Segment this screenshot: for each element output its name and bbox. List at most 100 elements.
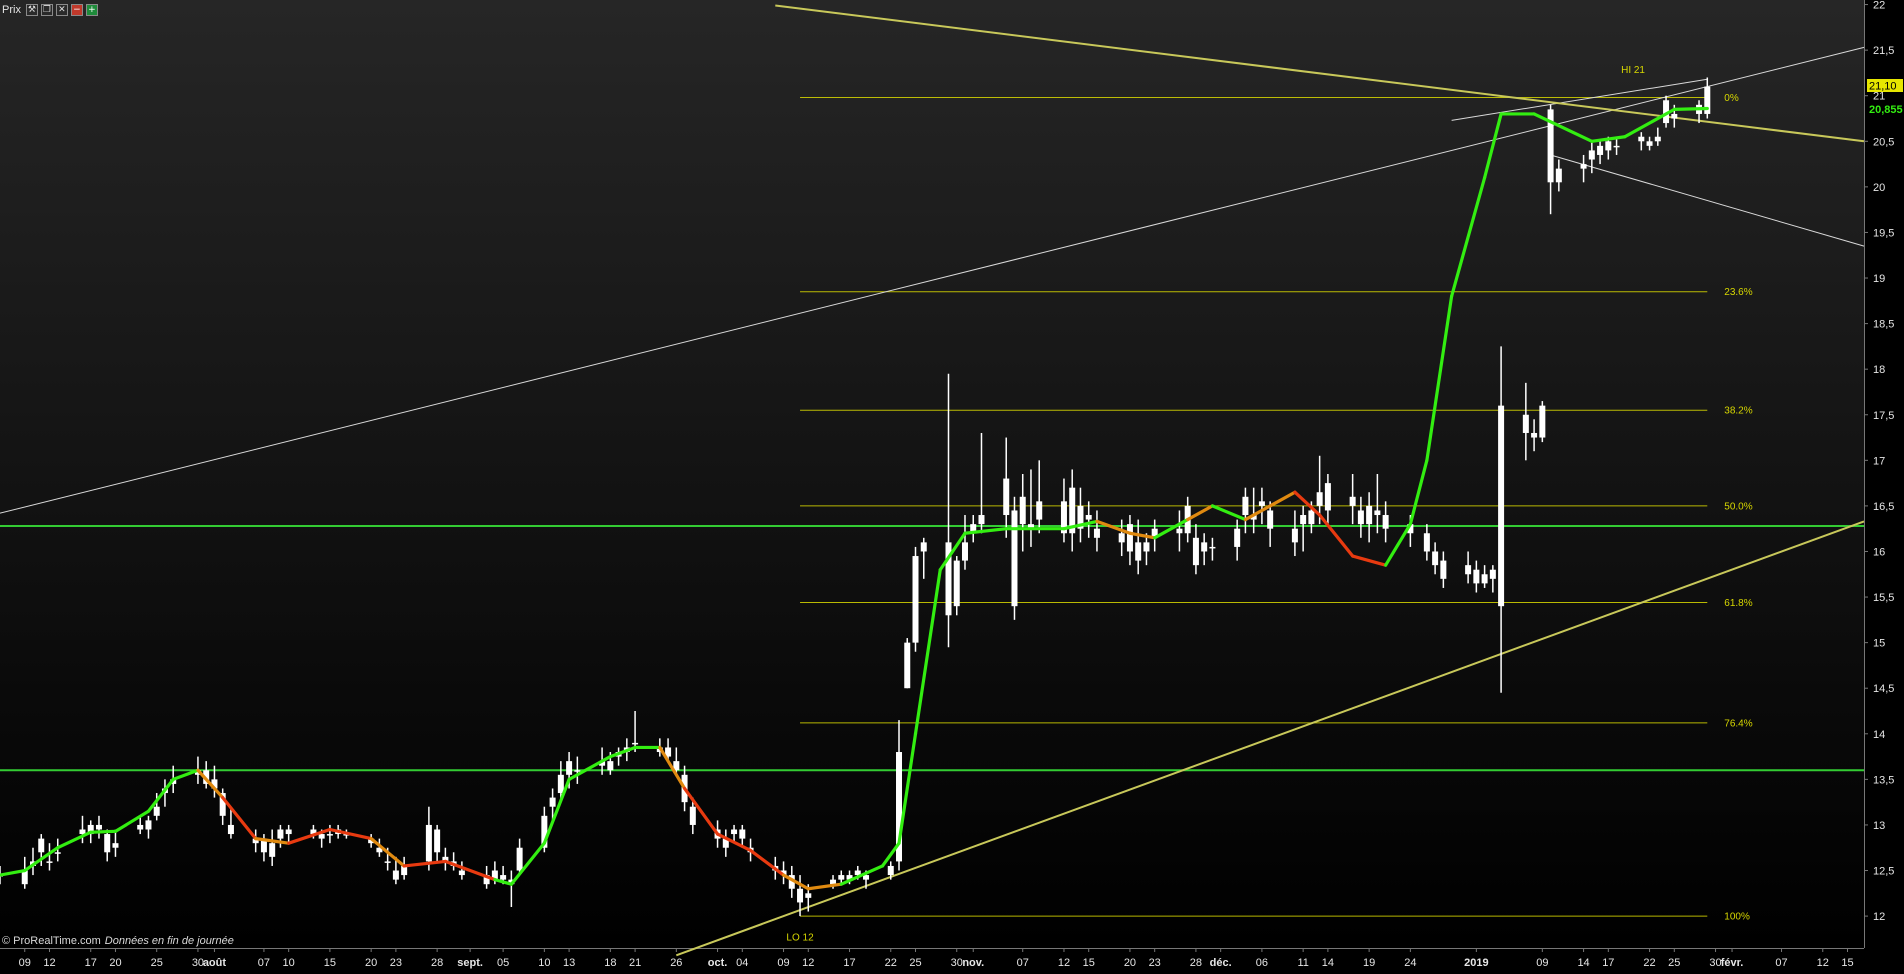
y-tick-label: 12,5 [1873,866,1894,878]
candle-body [1366,505,1373,525]
x-tick-label: févr. [1721,957,1744,969]
candle-body [54,852,61,854]
windows-icon[interactable]: ❐ [40,4,53,16]
x-tick-label: 17 [843,957,855,969]
candle-body [1432,551,1439,566]
x-tick-label: 10 [283,957,295,969]
x-tick-label: 12 [1817,957,1829,969]
candle-body [1258,501,1265,506]
candle-body [1382,515,1389,529]
candle-body [632,742,639,745]
price-chart[interactable]: 0% 23.6% 38.2% 50.0% 61.8% 76.4% 100% HI 21 LO … [0,0,1904,974]
candle-body [1357,510,1364,525]
candle-body [1316,492,1323,506]
x-tick-label: 10 [538,957,550,969]
y-tick-label: 14 [1873,729,1885,741]
x-tick-label: 23 [1149,957,1161,969]
candle-body [961,542,968,561]
candle-body [607,761,614,771]
candle-body [145,820,152,830]
x-tick-label: 12 [1058,957,1070,969]
x-tick-label: 20 [1124,957,1136,969]
candle-body [920,542,927,552]
remove-indicator-icon[interactable]: − [70,4,83,16]
candle-body [137,824,144,830]
candle-body [1267,510,1274,529]
candle-body [1036,501,1043,520]
x-tick-label: 09 [1536,957,1548,969]
close-icon[interactable]: ✕ [55,4,68,16]
candle-body [104,834,111,853]
y-tick-label: 16,5 [1873,501,1894,513]
x-tick-label: 21 [629,957,641,969]
candle-body [1003,478,1010,516]
x-tick-label: 05 [497,957,509,969]
x-tick-label: 20 [365,957,377,969]
candle-body [1308,510,1315,525]
ma-last-value: 20,855 [1869,104,1903,116]
x-tick-label: 14 [1577,957,1589,969]
y-tick-label: 15,5 [1873,592,1894,604]
x-tick-label: 11 [1297,957,1308,969]
candle-body [46,861,53,863]
add-indicator-icon[interactable]: + [85,4,98,16]
x-tick-label: 09 [777,957,789,969]
y-tick-label: 21 [1873,91,1885,103]
candle-body [269,843,276,857]
plot-background [0,0,1864,948]
candle-body [458,870,465,876]
candle-body [1209,546,1216,549]
candle-body [904,642,911,689]
x-tick-label: août [203,957,227,969]
candle-body [1580,164,1587,169]
y-tick-label: 19 [1873,273,1885,285]
candle-body [1011,510,1018,607]
candle-body [1118,533,1125,543]
candle-body [887,865,894,876]
x-tick-label: 2019 [1464,957,1488,969]
candle-body [434,829,441,853]
candle-body [1498,405,1505,607]
x-tick-label: 17 [85,957,97,969]
data-note-text: Données en fin de journée [104,935,234,947]
candle-body [318,834,325,839]
candle-body [1300,515,1307,525]
candle-body [731,829,738,835]
candle-body [1588,150,1595,160]
x-tick-label: 22 [1643,957,1655,969]
candle-body [425,824,432,862]
y-tick-label: 20,5 [1873,136,1894,148]
candle-body [838,875,845,880]
x-tick-label: 04 [736,957,748,969]
x-tick-label: 14 [1322,957,1334,969]
candle-body [557,774,564,794]
candle-body [1234,528,1241,547]
candle-body [1126,524,1133,552]
chart-annotation: HI 21 [1621,65,1645,76]
candle-body [516,847,523,871]
y-tick-label: 18 [1873,364,1885,376]
x-tick-label: 09 [19,957,31,969]
candle-body [1176,528,1183,534]
candle-body [1143,542,1150,552]
candle-body [739,829,746,839]
candle-body [1555,168,1562,183]
candle-body [1613,145,1620,148]
x-tick-label: 13 [563,957,575,969]
fib-level-label: 61.8% [1724,598,1752,609]
candle-body [1522,414,1529,433]
wrench-icon[interactable]: ⚒ [25,4,38,16]
x-tick-label: 12 [43,957,55,969]
x-tick-label: 15 [1841,957,1853,969]
chart-toolbar: Prix ⚒ ❐ ✕ − + [0,0,98,20]
ma-segment [1672,106,1709,111]
chart-annotation: LO 12 [786,933,814,944]
candle-body [978,515,985,525]
y-tick-label: 20 [1873,182,1885,194]
chart-container: 0% 23.6% 38.2% 50.0% 61.8% 76.4% 100% HI 21 LO … [0,0,1904,974]
candle-body [227,824,234,835]
candle-body [1324,483,1331,511]
y-tick-label: 17,5 [1873,410,1894,422]
fib-level-label: 76.4% [1724,718,1752,729]
candle-body [805,893,812,898]
